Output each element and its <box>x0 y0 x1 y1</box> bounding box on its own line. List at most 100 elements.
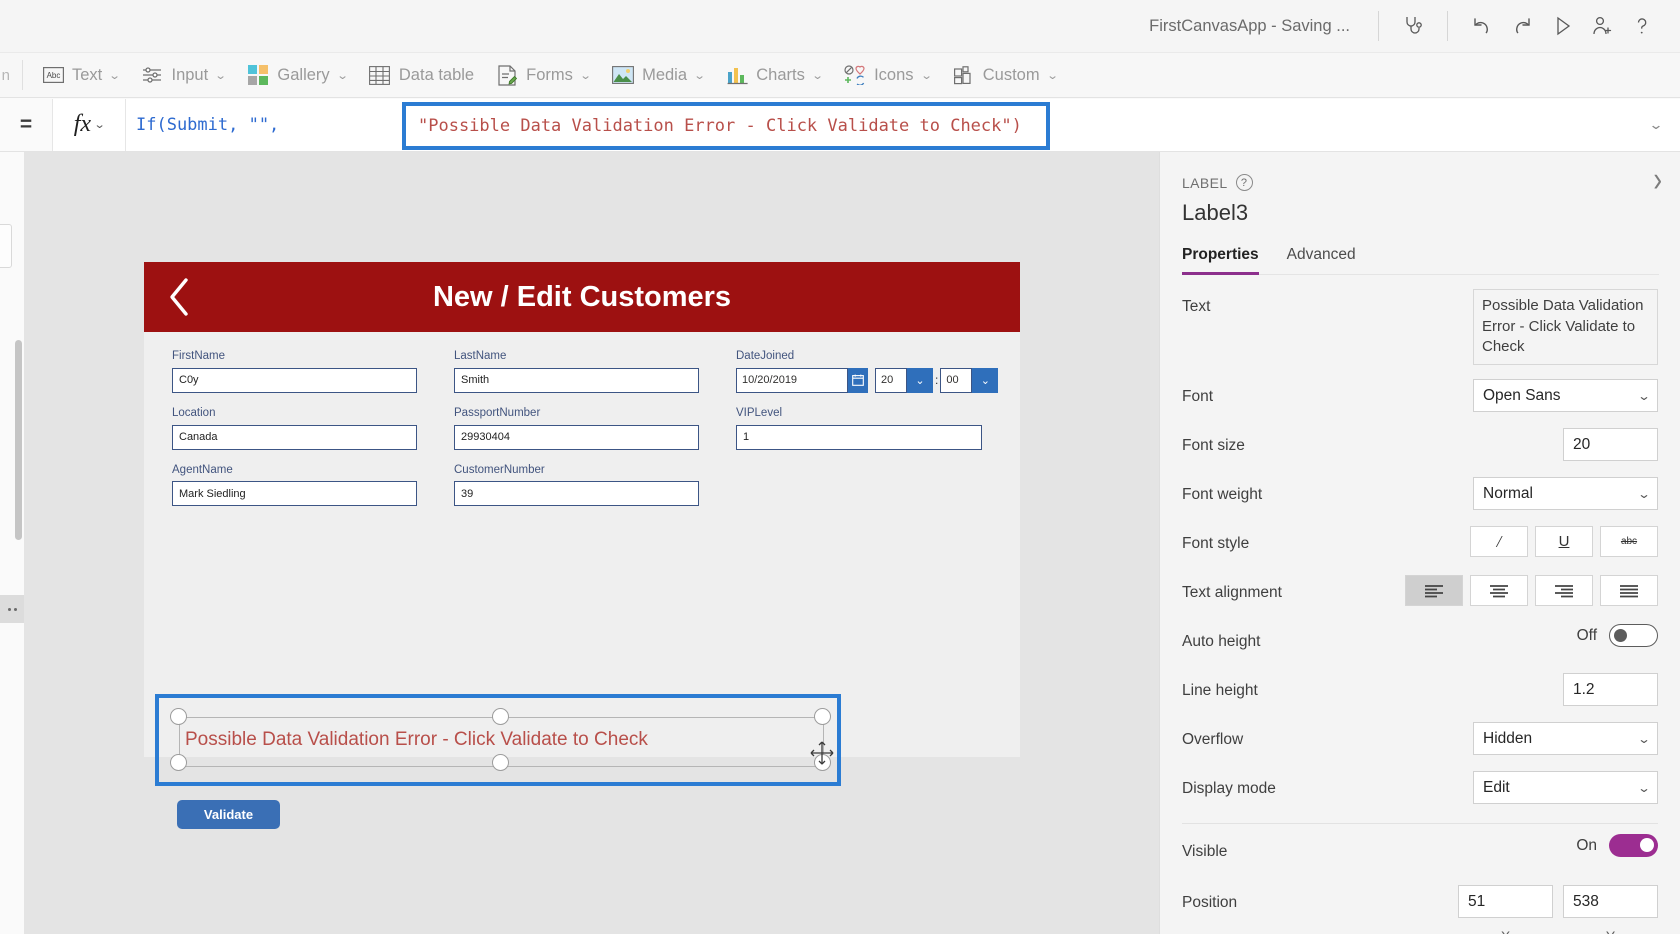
field-customernumber: CustomerNumber 39 <box>454 464 699 507</box>
auto-height-toggle[interactable] <box>1609 624 1658 648</box>
forms-icon <box>496 64 518 86</box>
resize-handle-top-center[interactable] <box>492 708 509 725</box>
chevron-down-icon: ⌄ <box>1637 486 1651 501</box>
firstname-input[interactable]: C0y <box>172 367 417 393</box>
property-label: Display mode <box>1182 780 1276 798</box>
resize-handle-bottom-left[interactable] <box>170 754 187 771</box>
stethoscope-icon[interactable] <box>1393 6 1433 46</box>
toggle-knob <box>1640 838 1654 853</box>
chevron-down-icon: ⌄ <box>1045 69 1059 82</box>
form-row: AgentName Mark Siedling CustomerNumber 3… <box>172 464 992 507</box>
play-icon[interactable] <box>1542 6 1582 46</box>
undo-icon[interactable] <box>1462 6 1502 46</box>
viplevel-input[interactable]: 1 <box>736 424 982 450</box>
location-input[interactable]: Canada <box>172 424 417 450</box>
help-icon[interactable] <box>1622 6 1662 46</box>
minute-input[interactable]: 00 <box>940 367 973 393</box>
ribbon-item-data-table[interactable]: Data table <box>358 57 485 93</box>
gallery-grid-icon <box>247 64 269 86</box>
underline-icon[interactable]: U <box>1535 526 1593 558</box>
collapse-panel-chevron-right-icon[interactable]: › <box>1653 161 1662 196</box>
canvas-area[interactable]: New / Edit Customers FirstName C0y LastN… <box>24 152 1159 934</box>
position-axis-labels: X Y <box>1182 928 1658 934</box>
tab-advanced[interactable]: Advanced <box>1287 246 1356 274</box>
hour-chevron-down-icon[interactable]: ⌄ <box>907 367 933 393</box>
display-mode-dropdown[interactable]: Edit ⌄ <box>1473 771 1658 805</box>
abc-text-icon: Abc <box>42 64 64 86</box>
agentname-input[interactable]: Mark Siedling <box>172 481 417 507</box>
field-lastname: LastName Smith <box>454 350 699 393</box>
align-right-icon[interactable] <box>1535 575 1593 607</box>
panel-splitter-handle[interactable] <box>0 595 24 623</box>
resize-handle-bottom-right[interactable] <box>814 754 831 771</box>
align-justify-icon[interactable] <box>1600 575 1658 607</box>
ribbon-item-icons[interactable]: Icons ⌄ <box>833 57 942 93</box>
formula-input[interactable]: If(Submit, "", "Possible Data Validation… <box>126 98 1632 151</box>
auto-height-state: Off <box>1576 626 1597 644</box>
property-row-overflow: Overflow Hidden ⌄ <box>1182 722 1658 763</box>
validate-button[interactable]: Validate <box>177 800 280 829</box>
italic-glyph: / <box>1496 531 1502 551</box>
field-agentname: AgentName Mark Siedling <box>172 464 417 507</box>
font-weight-dropdown[interactable]: Normal ⌄ <box>1473 477 1658 511</box>
ribbon-item-custom[interactable]: Custom ⌄ <box>942 57 1068 93</box>
overflow-dropdown[interactable]: Hidden ⌄ <box>1473 722 1658 756</box>
field-label: Location <box>172 406 216 419</box>
help-icon[interactable]: ? <box>1235 174 1253 191</box>
customernumber-input[interactable]: 39 <box>454 481 699 507</box>
chevron-down-icon: ⌄ <box>336 69 349 82</box>
calendar-icon[interactable] <box>848 367 868 393</box>
back-chevron-icon[interactable] <box>166 276 192 318</box>
formula-expand-chevron-down-icon[interactable]: ⌄ <box>1622 98 1680 151</box>
field-passportnumber: PassportNumber 29930404 <box>454 407 699 450</box>
position-x-input[interactable]: 51 <box>1458 885 1553 919</box>
strikethrough-icon[interactable]: abc <box>1600 526 1658 558</box>
overflow-value: Hidden <box>1483 729 1533 747</box>
sliders-input-icon <box>141 64 163 86</box>
font-size-input[interactable]: 20 <box>1563 428 1658 462</box>
resize-handle-bottom-center[interactable] <box>492 754 509 771</box>
ribbon-item-input[interactable]: Input ⌄ <box>130 57 236 93</box>
font-dropdown[interactable]: Open Sans ⌄ <box>1473 379 1658 413</box>
visible-toggle[interactable] <box>1609 834 1658 858</box>
resize-handle-top-left[interactable] <box>170 708 187 725</box>
ribbon-item-gallery[interactable]: Gallery ⌄ <box>236 57 357 93</box>
svg-text:Abc: Abc <box>46 71 60 80</box>
redo-icon[interactable] <box>1502 6 1542 46</box>
tab-properties[interactable]: Properties <box>1182 246 1259 275</box>
ribbon-item-text[interactable]: Abc Text ⌄ <box>31 57 130 93</box>
property-row-font: Font Open Sans ⌄ <box>1182 379 1658 420</box>
ribbon-item-charts[interactable]: Charts ⌄ <box>715 57 833 93</box>
hour-input[interactable]: 20 <box>875 367 907 393</box>
left-rail-scrollbar[interactable] <box>15 340 22 540</box>
ribbon-item-forms[interactable]: Forms ⌄ <box>485 57 601 93</box>
control-type-label: LABEL <box>1182 174 1228 191</box>
line-height-input[interactable]: 1.2 <box>1563 673 1658 707</box>
italic-icon[interactable]: / <box>1470 526 1528 558</box>
date-input[interactable]: 10/20/2019 <box>736 367 848 393</box>
field-datejoined: DateJoined 10/20/2019 20 ⌄ : 00 ⌄ <box>736 350 999 393</box>
chevron-down-icon: ⌄ <box>1637 731 1651 746</box>
passportnumber-input[interactable]: 29930404 <box>454 424 699 450</box>
control-name: Label3 <box>1182 200 1249 225</box>
property-label: Overflow <box>1182 731 1244 749</box>
tree-view-thumbnail[interactable] <box>0 224 12 268</box>
app-screen-canvas[interactable]: New / Edit Customers FirstName C0y LastN… <box>144 262 1020 829</box>
formula-highlighted-segment[interactable]: "Possible Data Validation Error - Click … <box>402 101 1050 150</box>
align-center-icon[interactable] <box>1470 575 1528 607</box>
position-y-input[interactable]: 538 <box>1563 885 1658 919</box>
position-y-axis-label: Y <box>1563 928 1658 934</box>
text-property-field[interactable]: Possible Data Validation Error - Click V… <box>1473 289 1658 366</box>
fx-property-selector[interactable]: fx ⌄ <box>52 98 126 151</box>
align-left-icon[interactable] <box>1405 575 1463 607</box>
ribbon-truncated-item[interactable]: n <box>0 67 14 84</box>
resize-handle-top-right[interactable] <box>814 708 831 725</box>
selected-control-outline[interactable]: Possible Data Validation Error - Click V… <box>155 694 841 786</box>
chevron-down-icon: ⌄ <box>214 69 228 82</box>
ribbon-item-label: Icons <box>874 65 914 84</box>
app-title: FirstCanvasApp - Saving ... <box>1149 16 1350 35</box>
minute-chevron-down-icon[interactable]: ⌄ <box>972 367 999 393</box>
share-user-icon[interactable] <box>1582 6 1622 46</box>
ribbon-item-media[interactable]: Media ⌄ <box>601 57 715 93</box>
lastname-input[interactable]: Smith <box>454 367 699 393</box>
